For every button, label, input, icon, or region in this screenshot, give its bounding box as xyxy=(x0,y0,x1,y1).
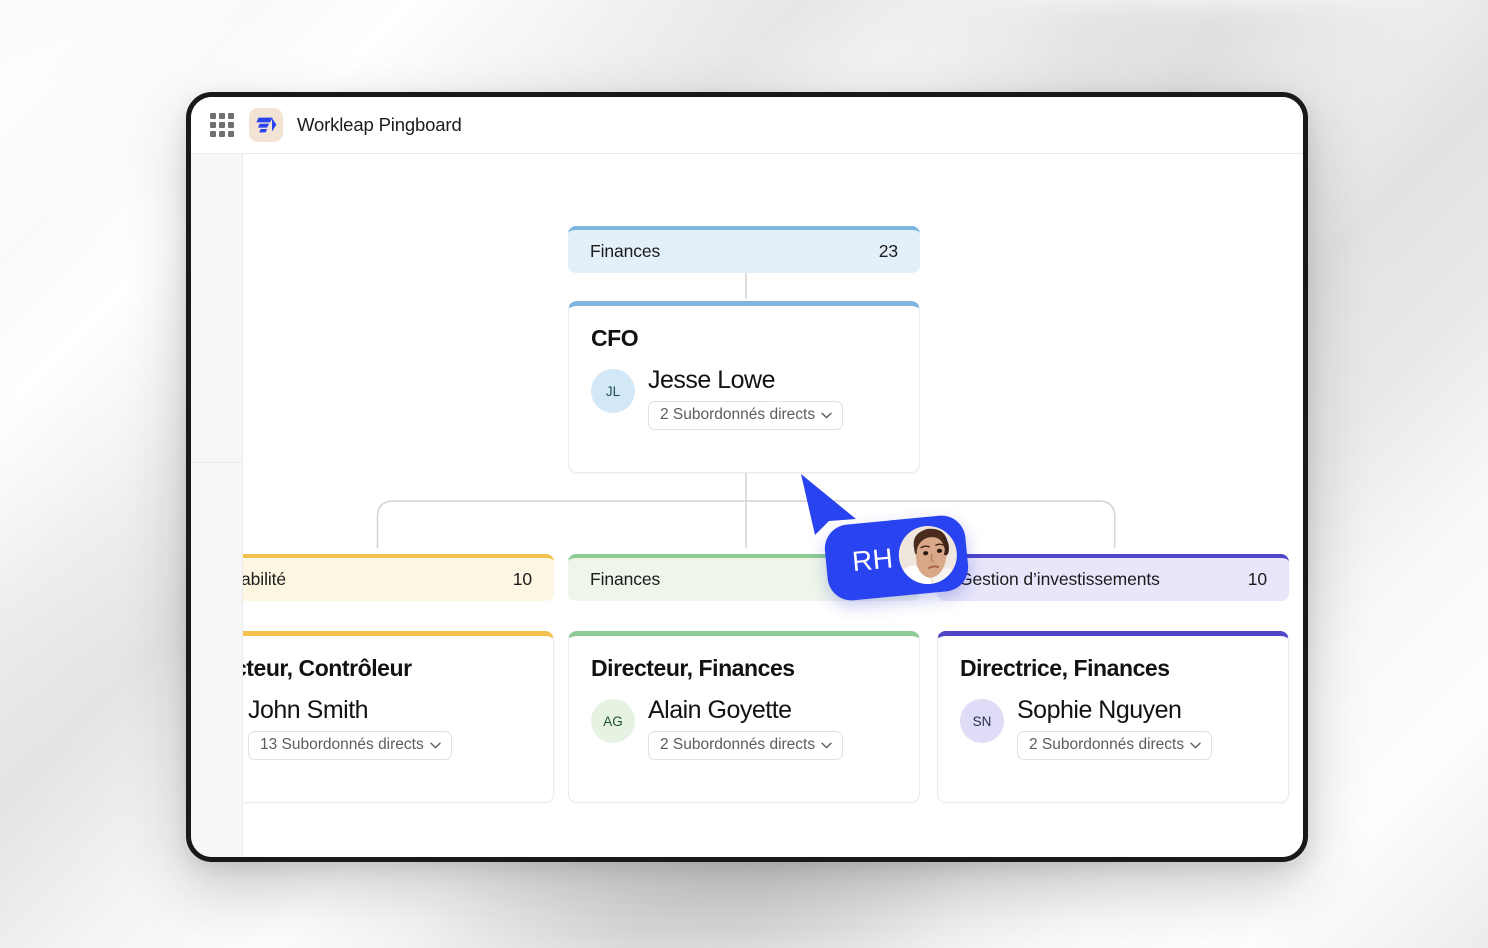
direct-reports-label: 13 Subordonnés directs xyxy=(260,736,424,753)
direct-reports-dropdown[interactable]: 2 Subordonnés directs xyxy=(648,731,844,760)
direct-reports-label: 2 Subordonnés directs xyxy=(660,406,816,423)
workleap-logo-icon[interactable] xyxy=(249,108,283,142)
department-name: Finances xyxy=(590,569,661,589)
avatar-initials: SN xyxy=(972,713,992,729)
avatar-initials: JL xyxy=(605,383,621,399)
apps-grid-icon[interactable] xyxy=(209,112,235,138)
card-job-title: CFO xyxy=(591,325,639,351)
department-banner-root[interactable]: Finances 23 xyxy=(568,226,920,273)
rail-section-top xyxy=(191,154,242,462)
app-title: Workleap Pingboard xyxy=(297,114,462,135)
card-person-name: Alain Goyette xyxy=(648,696,792,724)
card-person-name: John Smith xyxy=(248,696,369,724)
rail-section-bottom xyxy=(191,463,242,857)
direct-reports-dropdown[interactable]: 13 Subordonnés directs xyxy=(248,731,452,760)
department-name: Comptabilité xyxy=(243,569,287,589)
direct-reports-label: 2 Subordonnés directs xyxy=(1029,736,1185,753)
app-topbar: Workleap Pingboard xyxy=(191,97,1303,154)
avatar-initials: AG xyxy=(603,713,623,729)
card-job-title: Directeur, Finances xyxy=(591,655,795,681)
avatar[interactable]: JL xyxy=(591,369,635,413)
org-card-finances[interactable]: Directeur, Finances AG Alain Goyette 2 S… xyxy=(568,631,920,803)
card-person: SN Sophie Nguyen 2 Subordonnés directs xyxy=(938,682,1288,760)
org-card-investissements[interactable]: Directrice, Finances SN Sophie Nguyen 2 … xyxy=(937,631,1289,803)
department-name: Gestion d’investissements xyxy=(959,569,1160,589)
card-person: JS John Smith 13 Subordonnés directs xyxy=(243,682,553,760)
avatar[interactable]: AG xyxy=(591,699,635,743)
avatar[interactable]: SN xyxy=(960,699,1004,743)
department-count: 8 xyxy=(888,569,898,589)
app-window: Workleap Pingboard Finances 23 CFO JL Je… xyxy=(186,92,1308,862)
department-banner-investissements[interactable]: Gestion d’investissements 10 xyxy=(937,554,1289,601)
direct-reports-label: 2 Subordonnés directs xyxy=(660,736,816,753)
direct-reports-dropdown[interactable]: 2 Subordonnés directs xyxy=(1017,731,1213,760)
direct-reports-dropdown[interactable]: 2 Subordonnés directs xyxy=(648,401,844,430)
card-person-name: Sophie Nguyen xyxy=(1017,696,1182,724)
department-banner-finances[interactable]: Finances 8 xyxy=(568,554,920,601)
org-card-root[interactable]: CFO JL Jesse Lowe 2 Subordonnés directs xyxy=(568,301,920,473)
card-person: JL Jesse Lowe 2 Subordonnés directs xyxy=(569,352,919,430)
department-count: 23 xyxy=(878,241,898,261)
chevron-down-icon xyxy=(1190,742,1201,749)
org-chart-canvas[interactable]: Finances 23 CFO JL Jesse Lowe 2 Subordon… xyxy=(243,154,1303,857)
org-card-comptabilite[interactable]: Directeur, Contrôleur JS John Smith 13 S… xyxy=(243,631,554,803)
card-person-name: Jesse Lowe xyxy=(648,366,776,394)
org-chart-layer: Finances 23 CFO JL Jesse Lowe 2 Subordon… xyxy=(243,154,1303,857)
department-banner-comptabilite[interactable]: Comptabilité 10 xyxy=(243,554,554,601)
chevron-down-icon xyxy=(430,742,441,749)
pointer-cursor-icon xyxy=(801,474,856,535)
card-job-title: Directeur, Contrôleur xyxy=(243,655,412,681)
card-job-title: Directrice, Finances xyxy=(960,655,1170,681)
department-name: Finances xyxy=(590,241,661,261)
workspace: Finances 23 CFO JL Jesse Lowe 2 Subordon… xyxy=(191,154,1303,857)
department-count: 10 xyxy=(1247,569,1267,589)
chevron-down-icon xyxy=(821,412,832,419)
department-count: 10 xyxy=(512,569,532,589)
chevron-down-icon xyxy=(821,742,832,749)
left-rail xyxy=(191,154,243,857)
card-person: AG Alain Goyette 2 Subordonnés directs xyxy=(569,682,919,760)
